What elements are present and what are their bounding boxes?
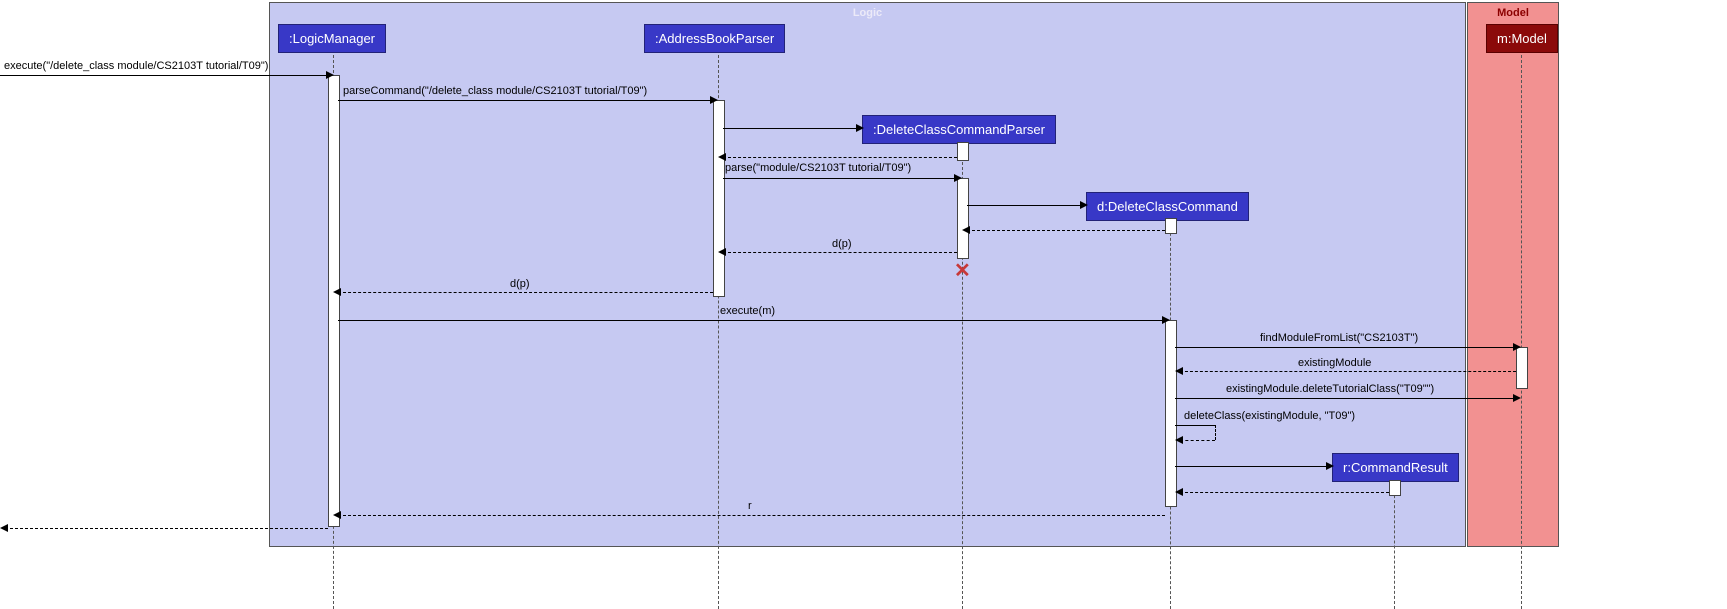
arrowhead-m2 xyxy=(710,96,718,104)
arrow-m4 xyxy=(723,178,957,179)
arrow-return-cr xyxy=(1180,492,1389,493)
arrow-m1 xyxy=(0,75,328,76)
arrow-m9 xyxy=(1175,347,1516,348)
msg-find-module: findModuleFromList("CS2103T") xyxy=(1260,332,1418,344)
arrowhead-return-cr xyxy=(1175,488,1183,496)
arrowhead-create-cr xyxy=(1326,462,1334,470)
arrow-m8 xyxy=(338,320,1165,321)
arrowhead-m14 xyxy=(333,511,341,519)
activation-dcc-1 xyxy=(1165,218,1177,234)
arrowhead-final-return xyxy=(0,524,8,532)
arrow-m11 xyxy=(1175,398,1516,399)
activation-address-book-parser xyxy=(713,100,725,297)
destruction-marker-icon: ✕ xyxy=(954,258,971,283)
msg-delete-tutorial-class: existingModule.deleteTutorialClass("T09"… xyxy=(1226,383,1434,395)
arrowhead-return-dcc xyxy=(962,226,970,234)
arrowhead-m9 xyxy=(1513,343,1521,351)
arrowhead-return-dccp xyxy=(718,153,726,161)
sequence-diagram: Logic Model :LogicManager :AddressBookPa… xyxy=(0,0,1727,609)
frame-logic-label: Logic xyxy=(270,7,1465,19)
arrow-return-dccp xyxy=(723,157,957,158)
activation-model-1 xyxy=(1516,347,1528,389)
participant-model: m:Model xyxy=(1486,24,1558,53)
msg-execute-m: execute(m) xyxy=(720,305,775,317)
msg-dp-2: d(p) xyxy=(510,278,530,290)
arrow-return-dcc xyxy=(967,230,1165,231)
frame-model: Model xyxy=(1467,2,1559,547)
lifeline-command-result xyxy=(1394,480,1395,609)
msg-delete-class: deleteClass(existingModule, "T09") xyxy=(1184,410,1355,422)
arrowhead-m10 xyxy=(1175,367,1183,375)
arrowhead-m12 xyxy=(1175,436,1183,444)
arrowhead-m7 xyxy=(333,288,341,296)
activation-logic-manager xyxy=(328,75,340,527)
msg-parse-command: parseCommand("/delete_class module/CS210… xyxy=(343,85,647,97)
arrow-m12-bottom xyxy=(1180,440,1215,441)
msg-execute-delete-class: execute("/delete_class module/CS2103T tu… xyxy=(4,60,268,72)
arrow-m7 xyxy=(338,292,713,293)
activation-dcc-2 xyxy=(1165,320,1177,507)
arrowhead-create-dccp xyxy=(856,124,864,132)
lifeline-model xyxy=(1521,50,1522,609)
arrow-create-dccp xyxy=(723,128,859,129)
frame-model-label: Model xyxy=(1468,7,1558,19)
arrowhead-m8 xyxy=(1162,316,1170,324)
arrow-m12-side xyxy=(1215,425,1216,440)
activation-dccp-1 xyxy=(957,142,969,161)
participant-delete-class-command-parser: :DeleteClassCommandParser xyxy=(862,115,1056,144)
participant-delete-class-command: d:DeleteClassCommand xyxy=(1086,192,1249,221)
arrow-final-return xyxy=(5,528,328,529)
arrow-m2 xyxy=(338,100,713,101)
msg-existing-module: existingModule xyxy=(1298,357,1371,369)
arrowhead-m1 xyxy=(326,71,334,79)
activation-command-result xyxy=(1389,480,1401,496)
arrowhead-m4 xyxy=(954,174,962,182)
arrowhead-create-dcc xyxy=(1080,201,1088,209)
arrow-m6 xyxy=(723,252,957,253)
arrow-m12-top xyxy=(1175,425,1215,426)
arrowhead-m6 xyxy=(718,248,726,256)
msg-parse: parse("module/CS2103T tutorial/T09") xyxy=(725,162,911,174)
arrow-create-dcc xyxy=(967,205,1083,206)
arrow-create-cr xyxy=(1175,466,1329,467)
arrow-m10 xyxy=(1180,371,1516,372)
participant-command-result: r:CommandResult xyxy=(1332,453,1459,482)
arrowhead-m11 xyxy=(1513,394,1521,402)
msg-r: r xyxy=(748,500,752,512)
arrow-m14 xyxy=(338,515,1165,516)
activation-dccp-2 xyxy=(957,178,969,259)
msg-dp-1: d(p) xyxy=(832,238,852,250)
participant-logic-manager: :LogicManager xyxy=(278,24,386,53)
participant-address-book-parser: :AddressBookParser xyxy=(644,24,785,53)
